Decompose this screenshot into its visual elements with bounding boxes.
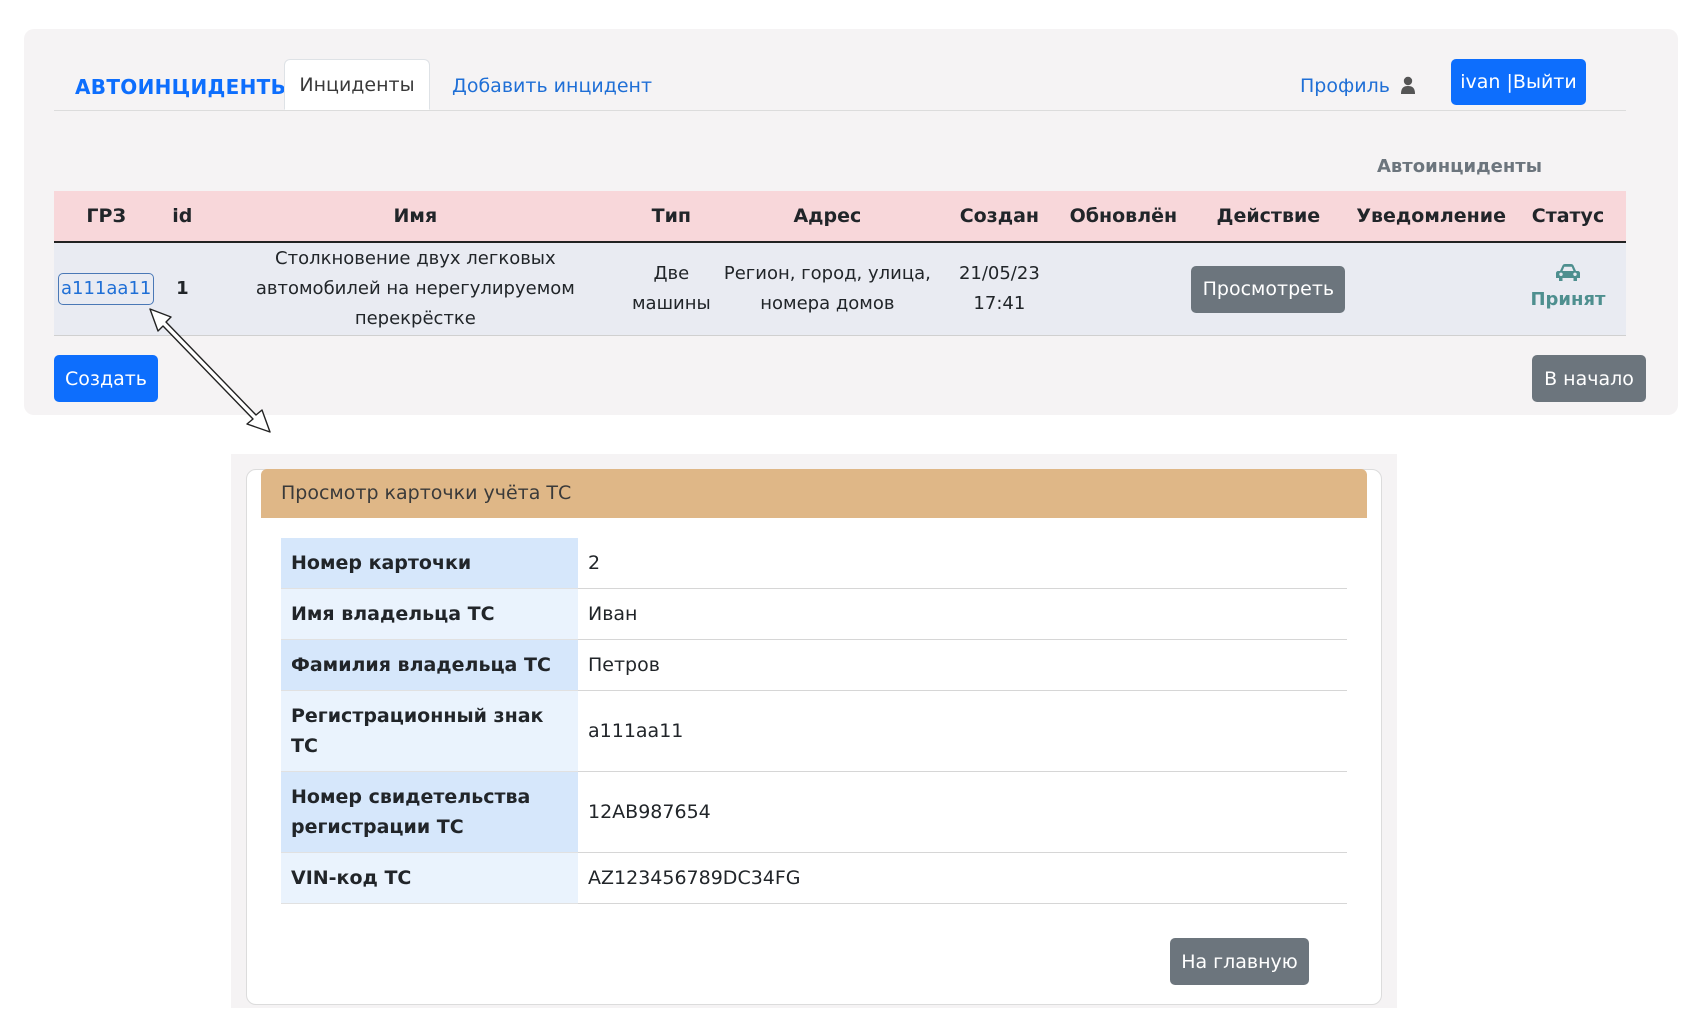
card-title: Просмотр карточки учёта ТС [261,469,1367,518]
card-row: Фамилия владельца ТС Петров [281,639,1347,691]
card-row: Номер карточки 2 [281,538,1347,589]
tab-add-incident[interactable]: Добавить инцидент [452,75,652,97]
card-row: Имя владельца ТС Иван [281,588,1347,640]
card-row-value: а111аа11 [578,690,1347,772]
cell-updated [1062,242,1185,336]
view-button[interactable]: Просмотреть [1191,265,1346,313]
col-header-status: Статус [1509,191,1626,243]
cell-action: Просмотреть [1184,242,1353,336]
col-header-created: Создан [936,191,1063,243]
cell-created: 21/05/23 17:41 [936,242,1063,336]
col-header-name: Имя [206,191,625,243]
card-row-label: Имя владельца ТС [281,588,578,640]
card-row: Регистрационный знак ТС а111аа11 [281,690,1347,772]
col-header-updated: Обновлён [1062,191,1185,243]
card-row-label: Номер свидетельства регистрации ТС [281,771,578,853]
logout-button[interactable]: ivan |Выйти [1451,59,1586,105]
col-header-type: Тип [624,191,719,243]
car-icon [1555,264,1580,281]
col-header-action: Действие [1184,191,1353,243]
table-row: а111аа11 1 Столкновение двух легковых ав… [54,242,1626,336]
profile-label: Профиль [1300,75,1390,97]
card-row-value: AZ123456789DC34FG [578,852,1347,904]
profile-link[interactable]: Профиль [1300,75,1416,97]
col-header-address: Адрес [718,191,937,243]
col-header-notification: Уведомление [1352,191,1510,243]
cell-name: Столкновение двух легковых автомобилей н… [206,242,625,336]
col-header-id: id [158,191,207,243]
user-icon [1400,76,1415,94]
cell-plate: а111аа11 [54,242,159,336]
plate-link[interactable]: а111аа11 [58,273,155,305]
card-row-value: 2 [578,538,1347,589]
tab-incidents[interactable]: Инциденты [284,59,430,110]
card-row-label: Номер карточки [281,538,578,589]
cell-id: 1 [158,242,207,336]
cell-notification [1352,242,1510,336]
card-row-label: Фамилия владельца ТС [281,639,578,691]
cell-status: Принят [1509,242,1626,336]
card-row-value: Иван [578,588,1347,640]
incidents-table: ГРЗ id Имя Тип Адрес Создан Обновлён Дей… [54,191,1626,336]
section-title: Автоинциденты [1376,156,1542,177]
card-row-value: Петров [578,639,1347,691]
card-row: Номер свидетельства регистрации ТС 12АВ9… [281,771,1347,853]
table-header-row: ГРЗ id Имя Тип Адрес Создан Обновлён Дей… [54,191,1626,243]
create-button[interactable]: Создать [54,355,158,402]
navbar: АВТОИНЦИДЕНТЫ Инциденты Добавить инциден… [54,59,1626,111]
card-row-value: 12АВ987654 [578,771,1347,853]
col-header-plate: ГРЗ [54,191,159,243]
cell-type: Две машины [624,242,719,336]
card-row-label: VIN-код ТС [281,852,578,904]
card-row-label: Регистрационный знак ТС [281,690,578,772]
status-label: Принят [1530,289,1606,310]
cell-address: Регион, город, улица, номера домов [718,242,937,336]
home-button[interactable]: На главную [1170,938,1309,985]
vehicle-card-table: Номер карточки 2 Имя владельца ТС Иван Ф… [281,538,1347,904]
brand-logo[interactable]: АВТОИНЦИДЕНТЫ [75,75,292,99]
to-start-button[interactable]: В начало [1532,355,1646,402]
card-row: VIN-код ТС AZ123456789DC34FG [281,852,1347,904]
